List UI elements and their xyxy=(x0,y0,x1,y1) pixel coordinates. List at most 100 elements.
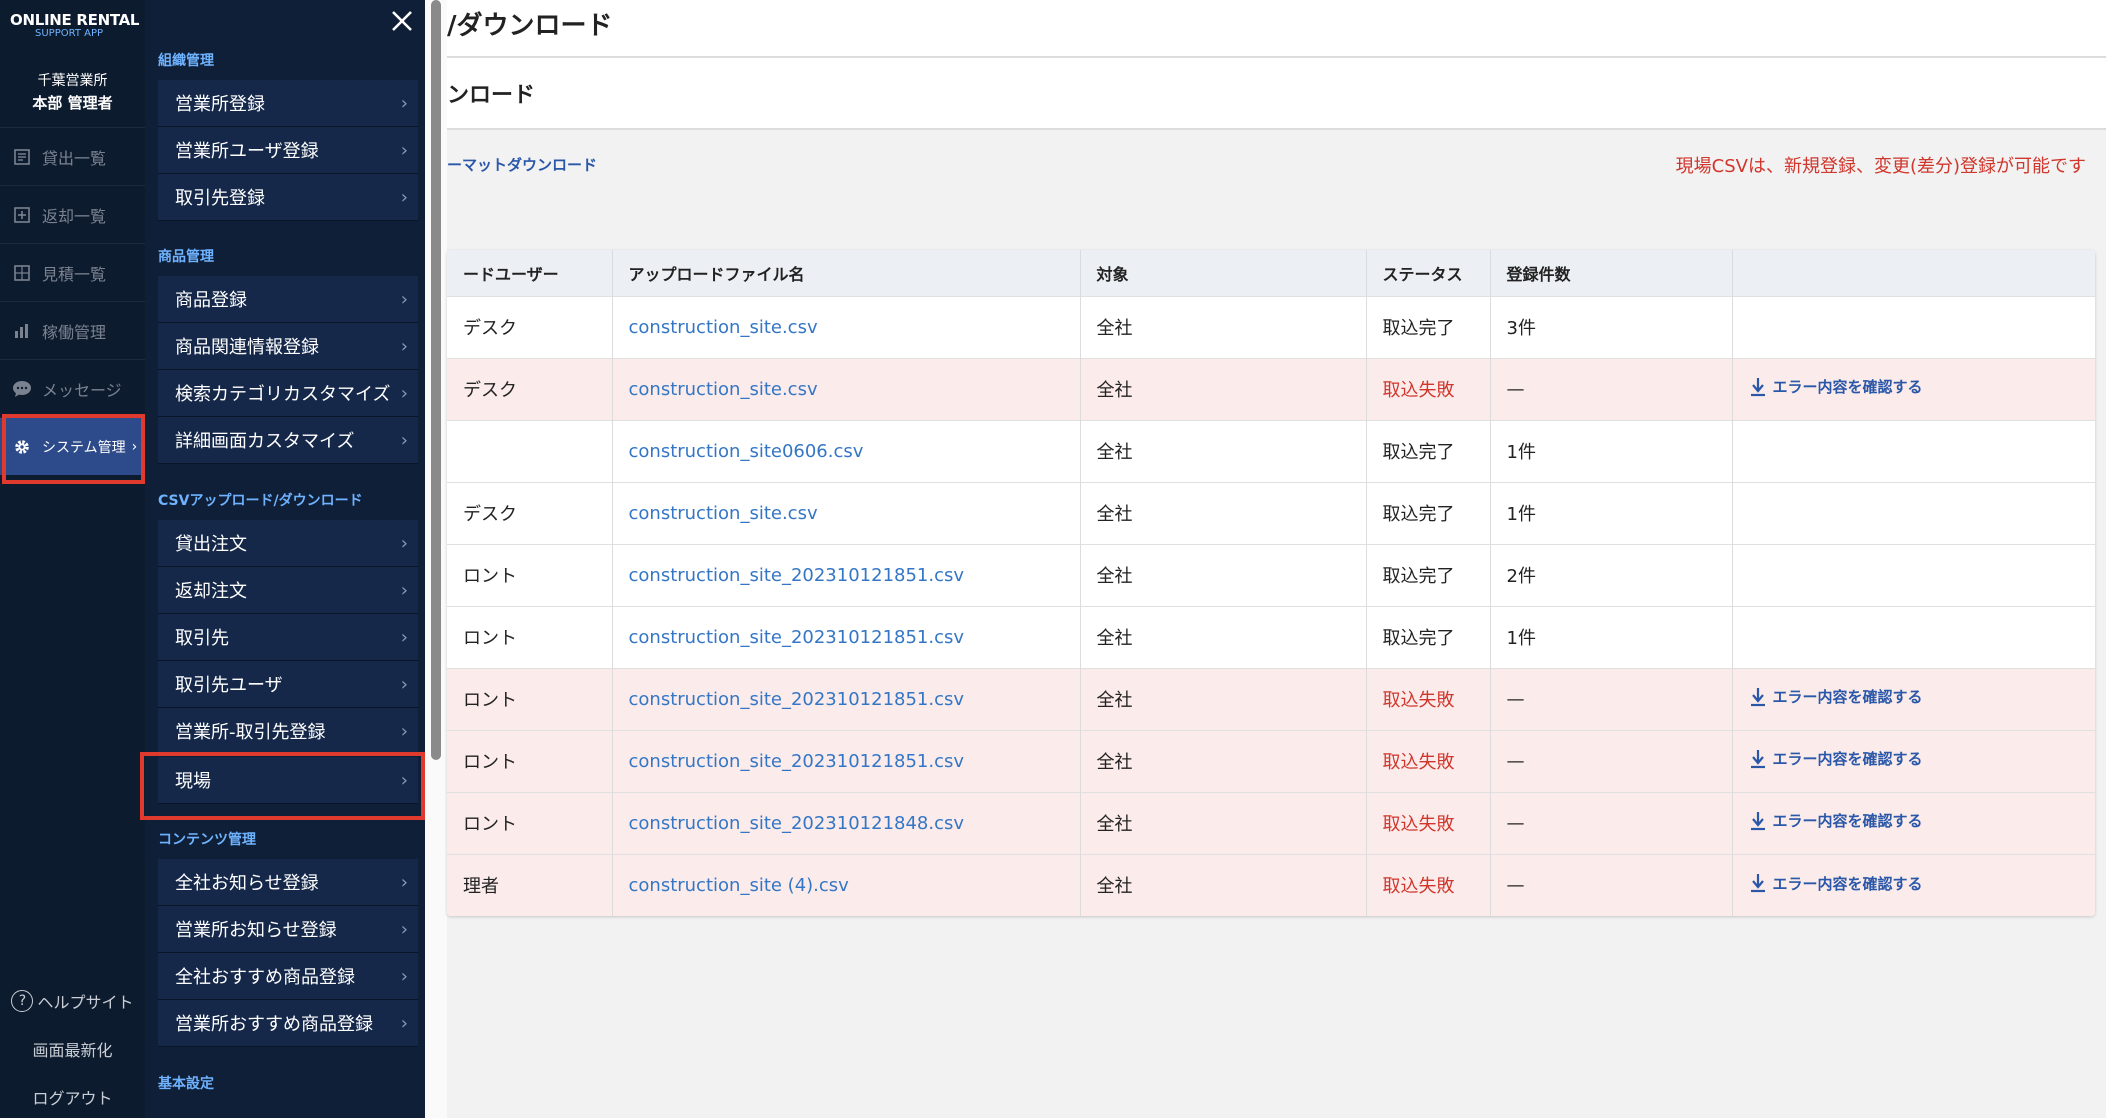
menu-item-label: 商品関連情報登録 xyxy=(175,337,319,358)
cell-file-name[interactable]: construction_site.csv xyxy=(612,295,1081,358)
menu-item-detail-screen[interactable]: 詳細画面カスタマイズ › xyxy=(158,417,418,464)
menu-section-title: コンテンツ管理 xyxy=(158,832,256,848)
check-error-label: エラー内容を確認する xyxy=(1772,750,1923,769)
table-row: ロント construction_site_202310121851.csv 全社取… xyxy=(447,543,2095,606)
menu-item-company-recommend[interactable]: 全社おすすめ商品登録 › xyxy=(158,953,418,1000)
cell-action: エラー内容を確認する xyxy=(1732,791,2095,854)
rail-label: 返却一覧 xyxy=(42,206,107,226)
cell-upload-user: 理者 xyxy=(447,853,613,916)
cell-status: 取込失敗 xyxy=(1366,357,1491,420)
table-row: ロント construction_site_202310121851.csv 全社取… xyxy=(447,729,2095,792)
download-icon xyxy=(1750,874,1765,893)
logout-button[interactable]: ログアウト xyxy=(0,1084,145,1110)
menu-item-office-client[interactable]: 営業所-取引先登録 › xyxy=(158,708,418,755)
rail-item-estimate-list[interactable]: 見積一覧 xyxy=(0,243,145,301)
cell-count: — xyxy=(1490,729,1733,792)
cell-file-name[interactable]: construction_site.csv xyxy=(612,357,1081,420)
download-icon xyxy=(1750,811,1765,830)
rail-item-rental-list[interactable]: 貸出一覧 xyxy=(0,127,145,185)
cell-count: 1件 xyxy=(1490,481,1733,544)
cell-count: — xyxy=(1490,357,1733,420)
menu-item-office-recommend[interactable]: 営業所おすすめ商品登録 › xyxy=(158,1000,418,1047)
close-icon[interactable] xyxy=(387,6,417,36)
cell-file-name[interactable]: construction_site_202310121851.csv xyxy=(612,667,1081,730)
menu-item-site[interactable]: 現場 › xyxy=(158,757,418,804)
menu-item-office-register[interactable]: 営業所登録 › xyxy=(158,80,418,127)
table-row: construction_site0606.csv 全社 取込完了 1件 xyxy=(447,419,2095,482)
chevron-right-icon: › xyxy=(400,382,408,404)
menu-item-return-order[interactable]: 返却注文 › xyxy=(158,567,418,614)
rail-item-system-admin[interactable]: システム管理 › xyxy=(0,417,145,475)
chevron-right-icon: › xyxy=(400,288,408,310)
chevron-right-icon: › xyxy=(400,579,408,601)
cell-file-name[interactable]: construction_site_202310121851.csv xyxy=(612,605,1081,668)
user-office: 千葉営業所 xyxy=(37,73,108,89)
help-label: ヘルプサイト xyxy=(37,993,134,1012)
chevron-right-icon: › xyxy=(400,532,408,554)
chevron-right-icon: › xyxy=(400,186,408,208)
menu-item-search-category[interactable]: 検索カテゴリカスタマイズ › xyxy=(158,370,418,417)
menu-item-rental-order[interactable]: 貸出注文 › xyxy=(158,520,418,567)
col-file-name[interactable]: アップロードファイル名 xyxy=(612,250,1081,296)
page-title: /ダウンロード xyxy=(447,0,2106,58)
cell-upload-user: ロント xyxy=(447,729,613,792)
cell-upload-user: ロント xyxy=(447,543,613,606)
check-error-link[interactable]: エラー内容を確認する xyxy=(1749,376,1923,397)
menu-item-label: 全社おすすめ商品登録 xyxy=(175,967,355,988)
chevron-right-icon: › xyxy=(400,139,408,161)
format-download-link[interactable]: ーマットダウンロード xyxy=(447,154,597,175)
download-icon xyxy=(1750,377,1765,396)
menu-item-office-news[interactable]: 営業所お知らせ登録 › xyxy=(158,906,418,953)
menu-item-label: 貸出注文 xyxy=(175,534,247,555)
col-target[interactable]: 対象 xyxy=(1080,250,1367,296)
operation-chart-icon xyxy=(12,321,32,341)
chevron-right-icon: › xyxy=(400,335,408,357)
table-row: デスク construction_site.csv 全社 取込完了 3件 xyxy=(447,295,2095,358)
menu-scrollbar[interactable] xyxy=(431,0,441,760)
menu-section-title: 商品管理 xyxy=(158,249,214,265)
menu-item-client-register[interactable]: 取引先登録 › xyxy=(158,174,418,221)
cell-count: 3件 xyxy=(1490,295,1733,358)
menu-item-client[interactable]: 取引先 › xyxy=(158,614,418,661)
cell-action: エラー内容を確認する xyxy=(1732,853,2095,916)
menu-item-client-user[interactable]: 取引先ユーザ › xyxy=(158,661,418,708)
menu-item-label: 取引先ユーザ xyxy=(175,675,283,696)
check-error-label: エラー内容を確認する xyxy=(1772,378,1923,397)
col-upload-user[interactable]: ードユーザー xyxy=(447,250,613,296)
menu-item-company-news[interactable]: 全社お知らせ登録 › xyxy=(158,859,418,906)
rail-item-message[interactable]: メッセージ xyxy=(0,359,145,417)
col-status[interactable]: ステータス xyxy=(1366,250,1491,296)
rail-item-return-list[interactable]: 返却一覧 xyxy=(0,185,145,243)
menu-item-label: 取引先 xyxy=(175,628,229,649)
menu-section-title: 基本設定 xyxy=(158,1076,214,1092)
download-icon xyxy=(1750,687,1765,706)
cell-file-name[interactable]: construction_site.csv xyxy=(612,481,1081,544)
cell-file-name[interactable]: construction_site_202310121851.csv xyxy=(612,543,1081,606)
check-error-link[interactable]: エラー内容を確認する xyxy=(1749,686,1923,707)
cell-upload-user: デスク xyxy=(447,295,613,358)
check-error-link[interactable]: エラー内容を確認する xyxy=(1749,748,1923,769)
user-name: 本部 管理者 xyxy=(32,94,113,112)
col-action xyxy=(1732,250,2095,296)
cell-upload-user: ロント xyxy=(447,791,613,854)
cell-file-name[interactable]: construction_site0606.csv xyxy=(612,419,1081,482)
cell-file-name[interactable]: construction_site_202310121848.csv xyxy=(612,791,1081,854)
col-count[interactable]: 登録件数 xyxy=(1490,250,1733,296)
menu-section-title: 組織管理 xyxy=(158,53,214,69)
cell-target: 全社 xyxy=(1080,667,1367,730)
table-row: デスク construction_site.csv 全社 取込完了 1件 xyxy=(447,481,2095,544)
check-error-link[interactable]: エラー内容を確認する xyxy=(1749,873,1923,894)
section-title: ンロード xyxy=(447,58,2106,130)
menu-item-product-related[interactable]: 商品関連情報登録 › xyxy=(158,323,418,370)
rental-list-icon xyxy=(12,147,32,167)
menu-item-product-register[interactable]: 商品登録 › xyxy=(158,276,418,323)
rail-item-operation[interactable]: 稼働管理 xyxy=(0,301,145,359)
refresh-screen-button[interactable]: 画面最新化 xyxy=(0,1036,145,1062)
cell-status: 取込失敗 xyxy=(1366,729,1491,792)
cell-file-name[interactable]: construction_site_202310121851.csv xyxy=(612,729,1081,792)
help-site-link[interactable]: ? ヘルプサイト xyxy=(0,988,145,1014)
check-error-link[interactable]: エラー内容を確認する xyxy=(1749,810,1923,831)
cell-target: 全社 xyxy=(1080,853,1367,916)
cell-file-name[interactable]: construction_site (4).csv xyxy=(612,853,1081,916)
menu-item-office-user-register[interactable]: 営業所ユーザ登録 › xyxy=(158,127,418,174)
